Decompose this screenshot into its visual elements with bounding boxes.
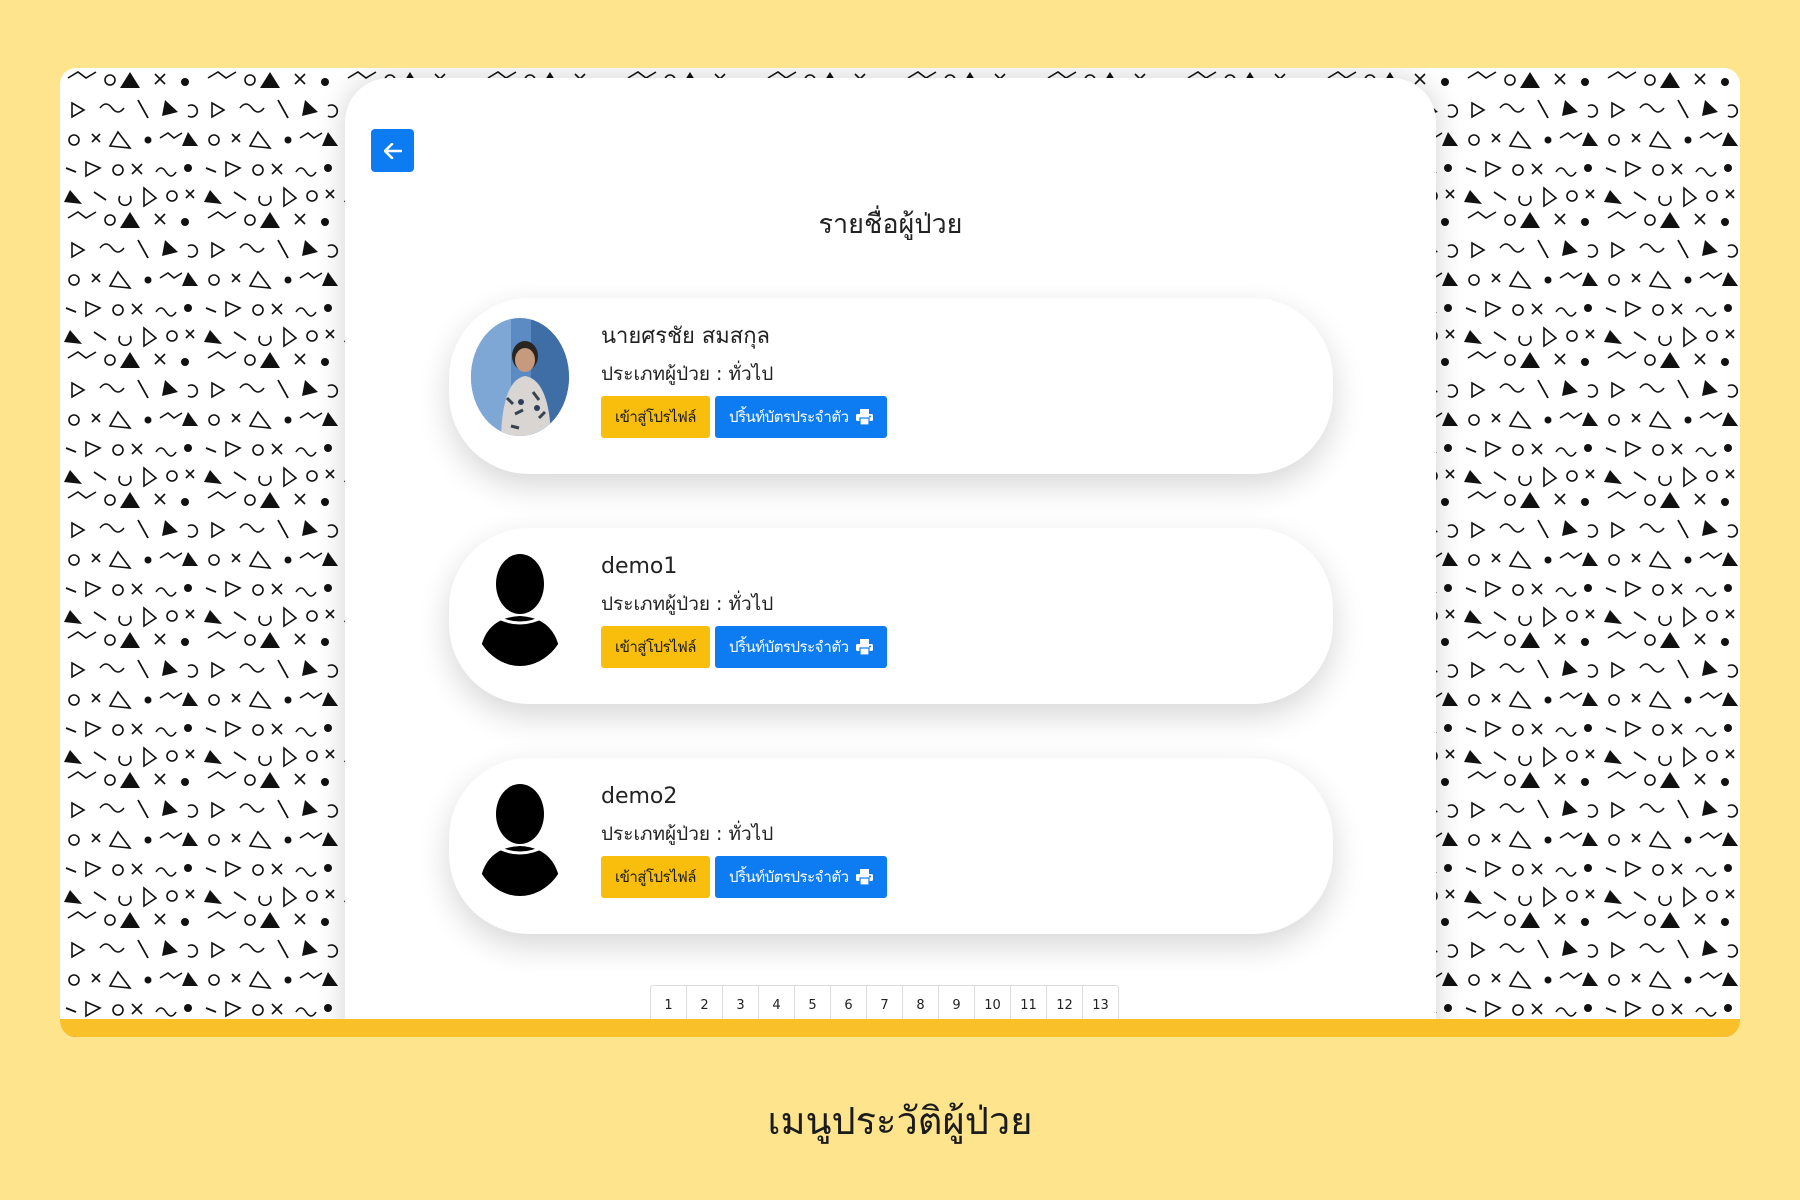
patient-info: นายศรชัย สมสกุล ประเภทผู้ป่วย : ทั่วไป เ…	[601, 324, 887, 438]
patient-avatar-photo	[471, 318, 569, 436]
back-button[interactable]	[371, 129, 414, 172]
patient-card: นายศรชัย สมสกุล ประเภทผู้ป่วย : ทั่วไป เ…	[449, 298, 1333, 474]
caption: เมนูประวัติผู้ป่วย	[767, 1099, 1033, 1143]
patient-type: ประเภทผู้ป่วย : ทั่วไป	[601, 363, 774, 385]
view-profile-button[interactable]: เข้าสู่โปรไฟล์	[601, 396, 710, 438]
view-profile-button[interactable]: เข้าสู่โปรไฟล์	[601, 856, 710, 898]
patient-list-panel: รายชื่อผู้ป่วย นายศรชัย สมสกุล ประเภทผู้…	[345, 78, 1436, 1037]
view-profile-label: เข้าสู่โปรไฟล์	[615, 408, 696, 426]
print-card-label: ปริ้นท์บัตรประจำตัว	[728, 638, 849, 656]
print-card-label: ปริ้นท์บัตรประจำตัว	[728, 408, 849, 426]
patient-name: demo2	[601, 784, 678, 809]
printer-icon	[855, 639, 873, 655]
accent-bar	[60, 1019, 1740, 1037]
user-silhouette-icon	[471, 778, 569, 896]
patient-card: demo2 ประเภทผู้ป่วย : ทั่วไป เข้าสู่โปรไ…	[449, 758, 1333, 934]
view-profile-label: เข้าสู่โปรไฟล์	[615, 638, 696, 656]
user-silhouette-icon	[471, 548, 569, 666]
printer-icon	[855, 409, 873, 425]
view-profile-label: เข้าสู่โปรไฟล์	[615, 868, 696, 886]
page-title: รายชื่อผู้ป่วย	[818, 209, 963, 240]
patient-actions: เข้าสู่โปรไฟล์ ปริ้นท์บัตรประจำตัว	[601, 856, 887, 898]
printer-icon	[855, 869, 873, 885]
arrow-left-icon	[383, 142, 402, 159]
patient-name: demo1	[601, 554, 678, 579]
patient-card: demo1 ประเภทผู้ป่วย : ทั่วไป เข้าสู่โปรไ…	[449, 528, 1333, 704]
patient-type: ประเภทผู้ป่วย : ทั่วไป	[601, 823, 774, 845]
screenshot-frame: รายชื่อผู้ป่วย นายศรชัย สมสกุล ประเภทผู้…	[60, 68, 1740, 1037]
patient-list: นายศรชัย สมสกุล ประเภทผู้ป่วย : ทั่วไป เ…	[449, 298, 1333, 988]
patient-name: นายศรชัย สมสกุล	[601, 324, 771, 349]
patient-info: demo1 ประเภทผู้ป่วย : ทั่วไป เข้าสู่โปรไ…	[601, 554, 887, 668]
patient-actions: เข้าสู่โปรไฟล์ ปริ้นท์บัตรประจำตัว	[601, 626, 887, 668]
print-card-label: ปริ้นท์บัตรประจำตัว	[728, 868, 849, 886]
print-card-button[interactable]: ปริ้นท์บัตรประจำตัว	[714, 626, 887, 668]
patient-actions: เข้าสู่โปรไฟล์ ปริ้นท์บัตรประจำตัว	[601, 396, 887, 438]
patient-type: ประเภทผู้ป่วย : ทั่วไป	[601, 593, 774, 615]
print-card-button[interactable]: ปริ้นท์บัตรประจำตัว	[714, 396, 887, 438]
view-profile-button[interactable]: เข้าสู่โปรไฟล์	[601, 626, 710, 668]
print-card-button[interactable]: ปริ้นท์บัตรประจำตัว	[714, 856, 887, 898]
patient-info: demo2 ประเภทผู้ป่วย : ทั่วไป เข้าสู่โปรไ…	[601, 784, 887, 898]
